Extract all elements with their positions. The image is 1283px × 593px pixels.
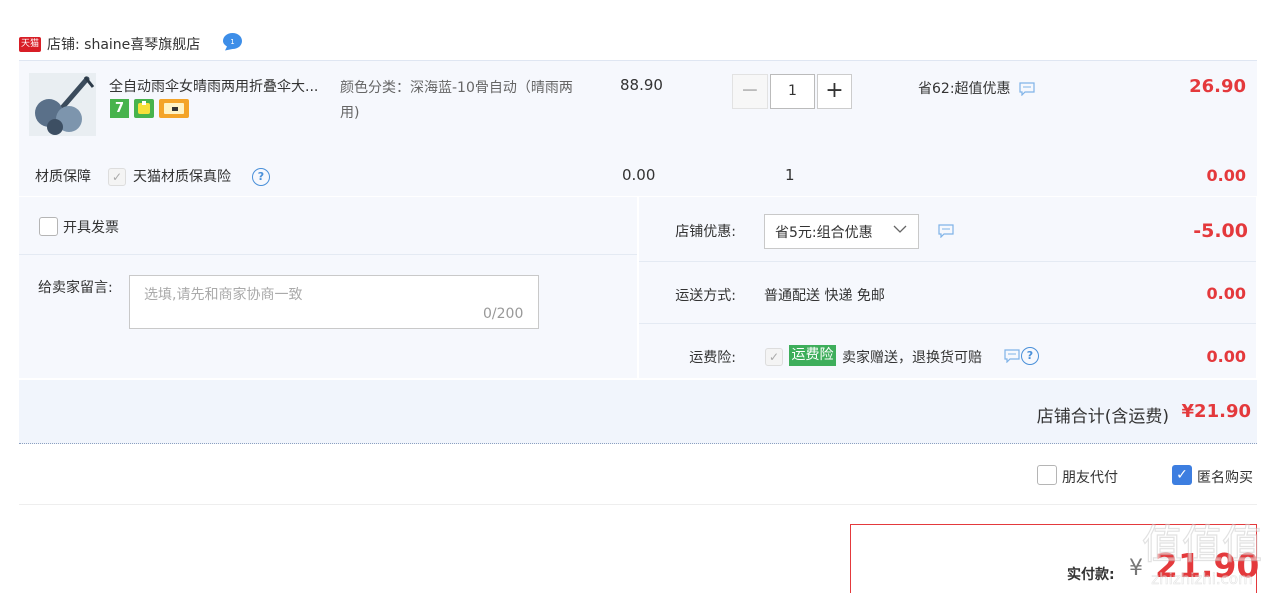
quantity-decrease-button[interactable]: −	[732, 74, 768, 109]
comment-icon[interactable]	[1019, 82, 1035, 97]
credit-card-icon	[159, 99, 189, 118]
svg-text:1: 1	[230, 38, 234, 46]
shipping-method-value: 普通配送 快递 免邮	[764, 288, 885, 304]
shop-discount-selected-value[interactable]: 省5元:组合优惠	[775, 222, 873, 242]
product-sku: 颜色分类：深海蓝-10骨自动（晴雨两用)	[340, 80, 573, 121]
seller-message-char-count: 0/200	[483, 306, 524, 322]
shipping-method-label: 运送方式:	[675, 288, 736, 304]
help-icon[interactable]: ?	[1021, 347, 1039, 365]
anonymous-purchase-checkbox[interactable]: ✓	[1172, 465, 1192, 485]
material-insurance-checkbox: ✓	[108, 168, 126, 186]
material-insurance-price: 0.00	[622, 166, 656, 184]
invoice-label[interactable]: 开具发票	[63, 217, 119, 237]
comment-icon[interactable]	[938, 224, 954, 238]
freight-insurance-badge: 运费险	[789, 345, 836, 366]
seller-message-placeholder: 选填,请先和商家协商一致	[144, 287, 303, 303]
freight-insurance-checkbox: ✓	[765, 348, 783, 366]
panel-divider	[637, 197, 639, 378]
chevron-down-icon[interactable]	[893, 222, 907, 236]
product-thumbnail[interactable]	[29, 73, 96, 136]
wangwang-chat-icon[interactable]: 1	[222, 32, 243, 51]
shop-name-link[interactable]: 店铺: shaine喜琴旗舰店	[47, 34, 200, 54]
anonymous-purchase-label[interactable]: 匿名购买	[1197, 467, 1253, 487]
divider	[639, 261, 1256, 262]
product-title-link[interactable]: 全自动雨伞女晴雨两用折叠伞大...	[109, 76, 318, 96]
tmall-logo-icon: 天猫	[19, 37, 41, 52]
shop-discount-amount: -5.00	[1193, 220, 1248, 242]
umbrella-product-image	[29, 73, 96, 136]
help-icon[interactable]: ?	[252, 168, 270, 186]
seven-day-return-icon: 7	[110, 99, 129, 118]
friend-pay-checkbox[interactable]	[1037, 465, 1057, 485]
material-guarantee-label: 材质保障	[35, 169, 91, 185]
shop-total-label: 店铺合计(含运费)	[1036, 407, 1169, 427]
guarantee-icon	[134, 99, 154, 118]
quantity-input[interactable]: 1	[770, 74, 815, 109]
divider	[19, 504, 1257, 505]
comment-icon[interactable]	[1004, 349, 1020, 363]
shop-discount-label: 店铺优惠:	[675, 224, 736, 240]
seller-message-label: 给卖家留言:	[38, 280, 113, 296]
freight-insurance-text: 卖家赠送，退换货可赔	[842, 350, 982, 366]
product-subtotal: 26.90	[1189, 76, 1246, 97]
freight-insurance-amount: 0.00	[1206, 347, 1246, 366]
product-discount-text: 省62:超值优惠	[918, 78, 1035, 98]
shipping-fee: 0.00	[1206, 284, 1246, 303]
material-insurance-subtotal: 0.00	[1206, 166, 1246, 185]
actual-payment-label: 实付款:	[1067, 567, 1115, 583]
divider	[19, 254, 637, 255]
freight-insurance-label: 运费险:	[689, 350, 736, 366]
watermark-logo: 值值值 zhizhizhi.com	[1141, 521, 1262, 588]
watermark-main-text: 值值值	[1142, 522, 1262, 568]
product-discount-label: 省62:超值优惠	[918, 81, 1011, 97]
product-unit-price: 88.90	[620, 76, 663, 94]
quantity-increase-button[interactable]: +	[817, 74, 852, 109]
divider	[639, 323, 1256, 324]
watermark-sub-text: zhizhizhi.com	[1151, 570, 1252, 588]
material-insurance-name: 天猫材质保真险	[133, 169, 231, 185]
invoice-checkbox[interactable]	[39, 217, 58, 236]
material-insurance-quantity: 1	[785, 166, 795, 184]
shop-total-value: ¥21.90	[1181, 401, 1251, 422]
friend-pay-label[interactable]: 朋友代付	[1062, 467, 1118, 487]
